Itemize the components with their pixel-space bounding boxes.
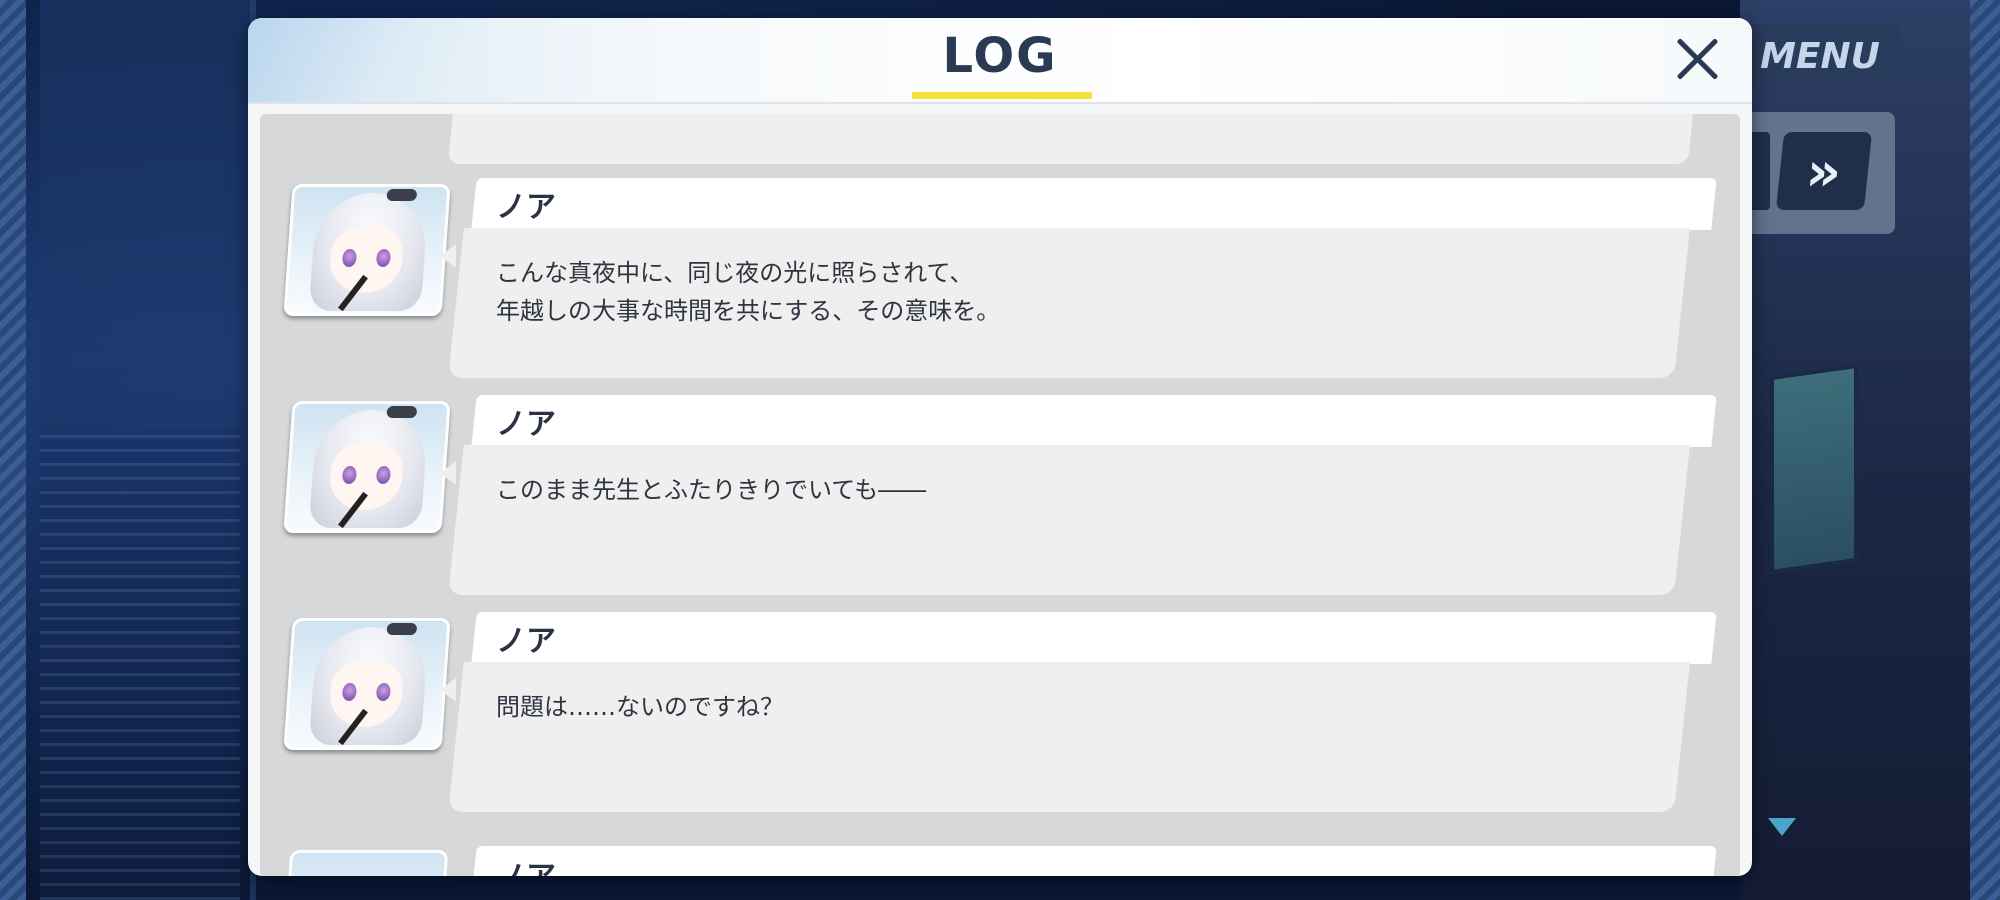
- speaker-name: ノア: [496, 190, 556, 225]
- character-avatar: [283, 618, 451, 750]
- character-avatar: [283, 401, 451, 533]
- log-entry: ノア 問題は……ないのですね？: [260, 612, 1740, 822]
- log-entry: ノア このまま先生とふたりきりでいても――: [260, 395, 1740, 605]
- background-hall-window: [1770, 363, 1858, 575]
- speaker-name: ノア: [496, 624, 556, 659]
- character-avatar: [285, 850, 449, 876]
- left-border-stripe: [0, 0, 26, 900]
- speaker-name: ノア: [496, 407, 556, 442]
- log-scroll-area[interactable]: ノア こんな真夜中に、同じ夜の光に照らされて、 年越しの大事な時間を共にする、そ…: [260, 114, 1740, 876]
- dialogue-bubble: [448, 662, 1690, 812]
- bubble-tail: [440, 678, 456, 702]
- scroll-down-indicator-icon: [1768, 818, 1796, 836]
- previous-entry-bubble: [447, 114, 1697, 164]
- close-icon[interactable]: [1668, 28, 1728, 88]
- dialogue-text: 問題は……ないのですね？: [496, 693, 784, 721]
- character-avatar: [283, 184, 451, 316]
- speaker-name-bar: [471, 612, 1717, 664]
- right-border-stripe: [1970, 0, 2000, 900]
- bubble-tail: [440, 244, 456, 268]
- bubble-tail: [440, 461, 456, 485]
- speaker-name-bar: [471, 846, 1717, 876]
- title-underline: [912, 92, 1092, 99]
- log-entry: ノア こんな真夜中に、同じ夜の光に照らされて、 年越しの大事な時間を共にする、そ…: [260, 178, 1740, 388]
- dialogue-text: こんな真夜中に、同じ夜の光に照らされて、 年越しの大事な時間を共にする、その意味…: [496, 259, 1001, 325]
- menu-button[interactable]: MENU: [1740, 24, 1900, 88]
- dialogue-text: このまま先生とふたりきりでいても――: [496, 476, 927, 504]
- double-chevron-right-icon: »: [1803, 139, 1845, 203]
- dialogue-bubble: [448, 445, 1690, 595]
- background-city-lights: [40, 430, 240, 900]
- skip-button[interactable]: »: [1775, 132, 1873, 210]
- log-dialog: LOG ノア こんな真夜中に、同じ夜の光に照らされて、 年越しの大事な時間を共に…: [248, 18, 1752, 876]
- speaker-name: ノア: [496, 852, 556, 876]
- log-header: LOG: [248, 18, 1752, 104]
- speaker-name-bar: [471, 178, 1717, 230]
- log-title: LOG: [942, 28, 1058, 84]
- speaker-name-bar: [471, 395, 1717, 447]
